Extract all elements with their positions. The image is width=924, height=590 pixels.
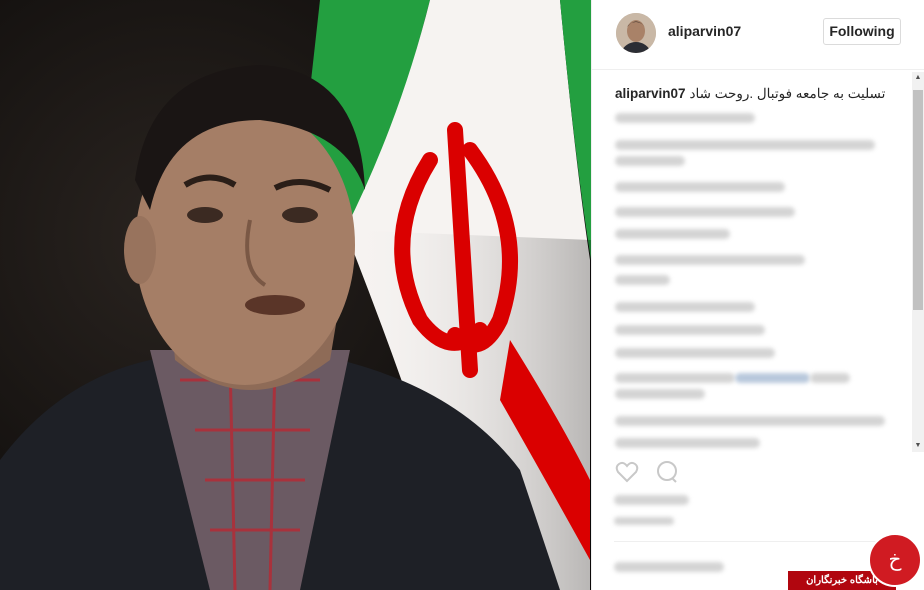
- post-header: aliparvin07 Following: [592, 0, 924, 70]
- add-comment-blurred[interactable]: [614, 562, 724, 572]
- blurred-comment: [615, 348, 775, 358]
- heart-icon[interactable]: [614, 459, 640, 485]
- scroll-down-icon[interactable]: ▼: [912, 440, 924, 452]
- scroll-thumb[interactable]: [913, 90, 923, 310]
- blurred-comment: [615, 325, 765, 335]
- likes-count-blurred: [614, 495, 689, 505]
- scroll-up-icon[interactable]: ▲: [912, 72, 924, 84]
- blurred-comment: [615, 207, 795, 217]
- avatar-image: [616, 13, 656, 53]
- watermark-logo: باشگاه خبرنگاران خ: [788, 533, 924, 590]
- caption-text: تسلیت به جامعه فوتبال .روحت شاد: [689, 86, 886, 101]
- comments-list[interactable]: aliparvin07 تسلیت به جامعه فوتبال .روحت ش…: [592, 72, 924, 452]
- blurred-comment: [615, 302, 755, 312]
- caption: aliparvin07 تسلیت به جامعه فوتبال .روحت ش…: [615, 86, 885, 102]
- blurred-comment: [615, 416, 885, 426]
- timestamp-blurred: [614, 517, 674, 525]
- blurred-link: [735, 373, 810, 383]
- avatar[interactable]: [616, 13, 656, 53]
- following-button[interactable]: Following: [823, 18, 901, 45]
- post-photo-image: [0, 0, 591, 590]
- comments-scrollbar[interactable]: ▲ ▼: [912, 72, 924, 452]
- comment-icon[interactable]: [654, 459, 680, 485]
- blurred-comment: [615, 255, 805, 265]
- blurred-comment: [615, 182, 785, 192]
- post-details-panel: aliparvin07 Following aliparvin07 تسلیت ب…: [591, 0, 924, 590]
- blurred-comment: [810, 373, 850, 383]
- watermark-circle-icon: خ: [868, 533, 922, 587]
- blurred-comment: [615, 373, 735, 383]
- blurred-comment: [615, 389, 705, 399]
- post-photo[interactable]: [0, 0, 591, 590]
- blurred-comment: [615, 275, 670, 285]
- blurred-comment: [615, 140, 875, 150]
- watermark-glyph: خ: [888, 547, 902, 571]
- blurred-comment: [615, 113, 755, 123]
- blurred-comment: [615, 438, 760, 448]
- username[interactable]: aliparvin07: [668, 23, 741, 39]
- caption-username[interactable]: aliparvin07: [615, 86, 686, 101]
- blurred-comment: [615, 156, 685, 166]
- blurred-comment: [615, 229, 730, 239]
